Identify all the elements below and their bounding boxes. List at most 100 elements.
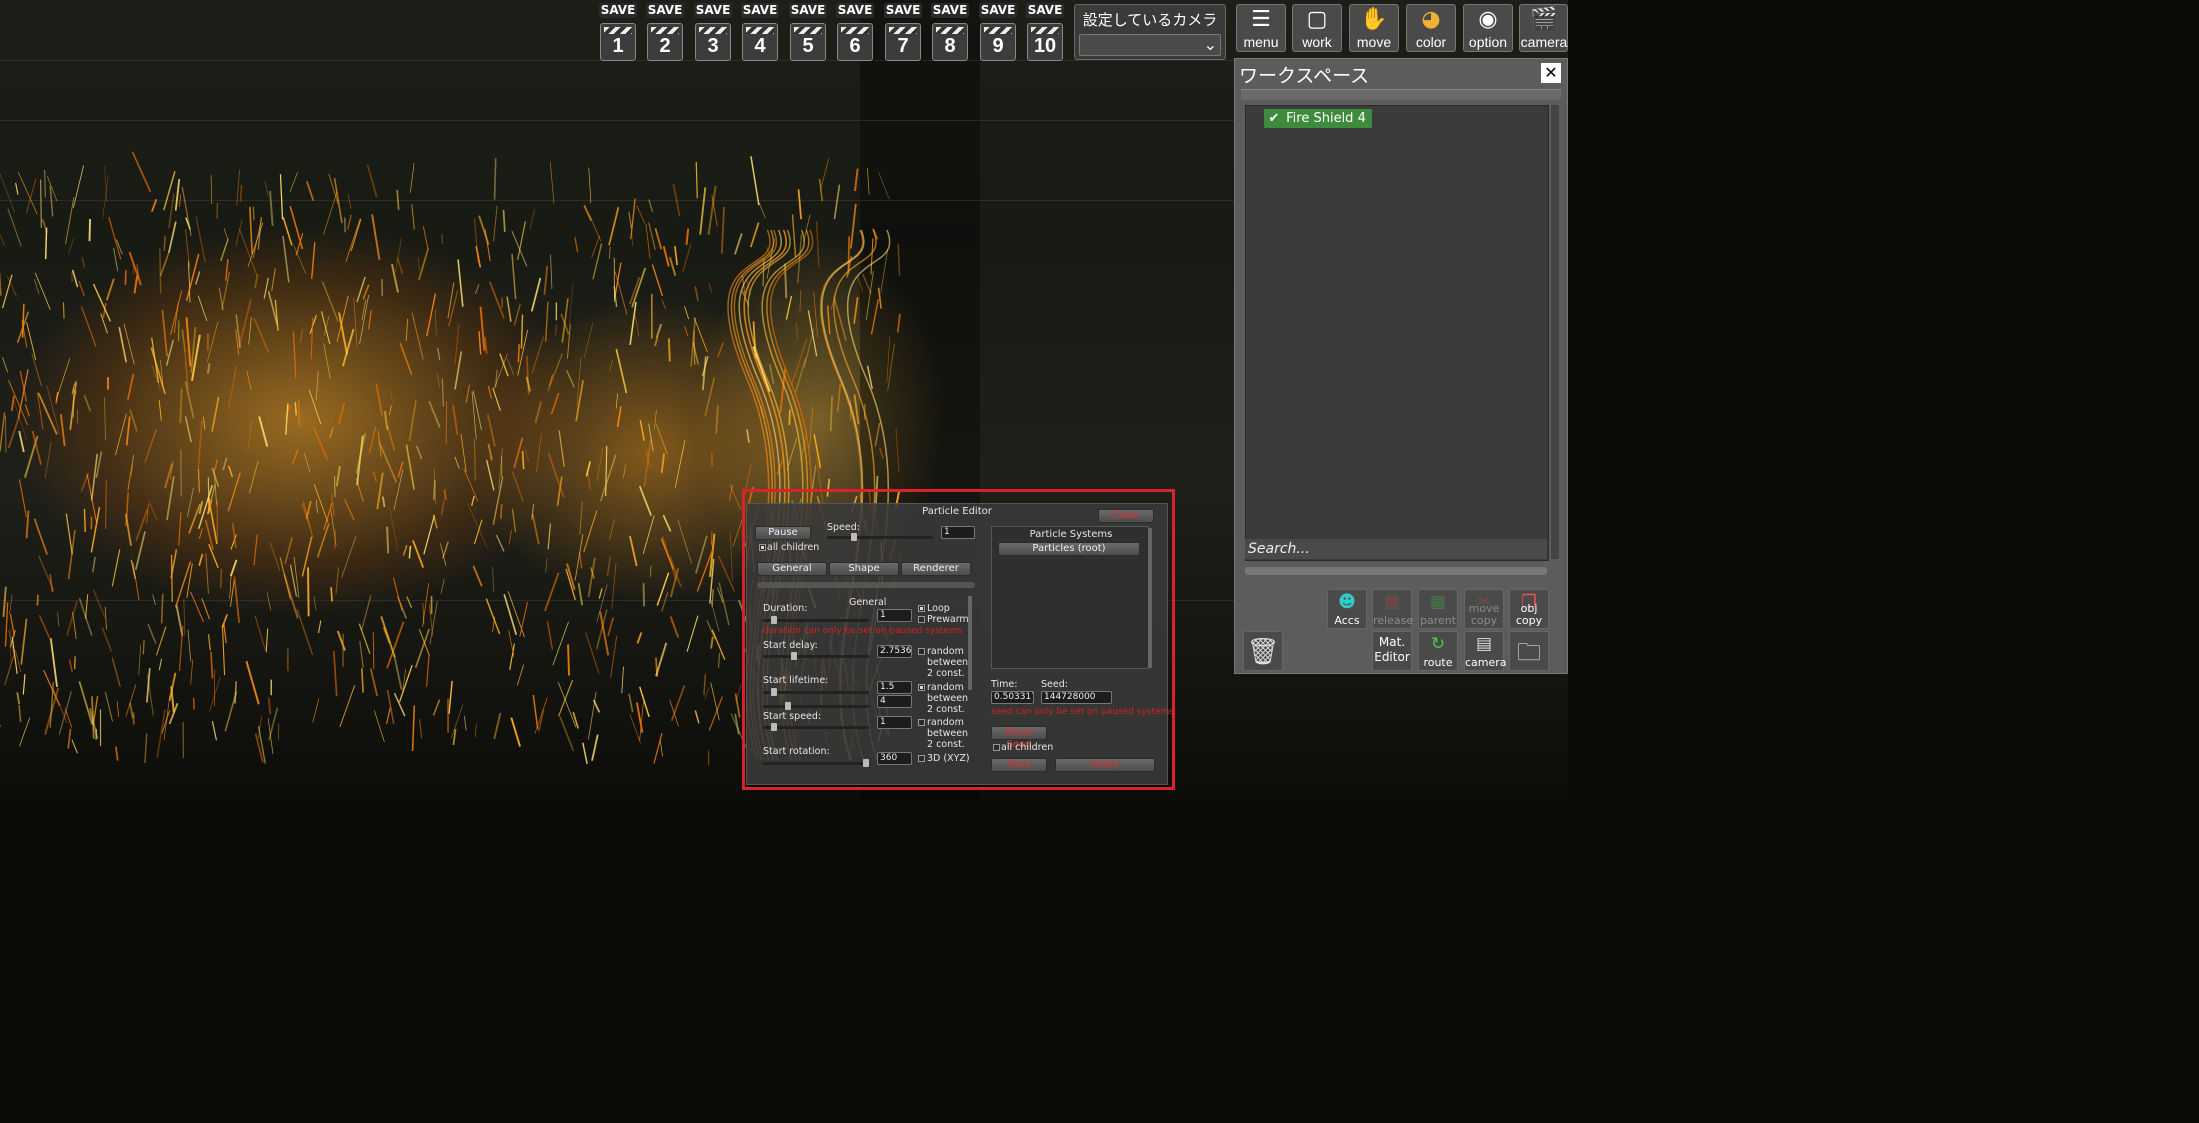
camera-button[interactable]: 🎬 camera [1519,4,1568,52]
camera-select[interactable]: 設定しているカメラ ⌄ [1074,4,1226,60]
tabs-scrollbar[interactable] [757,582,975,588]
flame-streak [672,184,681,217]
tab-shape[interactable]: Shape [829,562,899,576]
flame-streak [544,572,560,612]
save-slot-7[interactable]: SAVE 7 [884,3,922,61]
loop-checkbox[interactable] [918,605,925,612]
prewarm-label: Prewarm [927,614,969,625]
move-button[interactable]: ✋ move [1349,4,1399,52]
start-lifetime-max-slider[interactable] [763,702,869,710]
duration-field[interactable]: 1 [877,609,912,622]
all-children-checkbox[interactable] [759,544,766,551]
save-slot-1[interactable]: SAVE 1 [599,3,637,61]
start-rotation-field[interactable]: 360 [877,752,912,765]
workspace-list[interactable]: ✔ Fire Shield 4 [1245,105,1549,561]
flame-streak [614,271,628,315]
camera-clip-button[interactable]: ▤ camera [1464,631,1507,671]
camera-select-value[interactable] [1079,34,1221,56]
general-scrollbar[interactable] [968,596,972,690]
slider-knob[interactable] [863,759,869,767]
route-button[interactable]: ↻ route [1418,631,1458,671]
flame-streak [388,405,392,416]
start-lifetime-random-checkbox[interactable] [918,684,925,691]
rotation-3d-checkbox[interactable] [918,755,925,762]
slider-knob[interactable] [785,702,791,710]
tab-renderer[interactable]: Renderer [901,562,971,576]
start-delay-field[interactable]: 2.75362 [877,645,912,658]
checkmark-icon[interactable]: ✔ [1266,109,1282,128]
start-speed-slider[interactable] [763,723,869,731]
save-button[interactable]: Save [991,758,1047,772]
save-slot-10[interactable]: SAVE 10 [1026,3,1064,61]
mat-editor-button[interactable]: Mat. Editor [1372,631,1412,671]
save-slot-9[interactable]: SAVE 9 [979,3,1017,61]
reset-seed-button[interactable]: Reset Seed [991,726,1047,750]
flame-streak [265,628,269,653]
seed-field[interactable]: 144728000 [1041,691,1112,704]
save-slot-5[interactable]: SAVE 5 [789,3,827,61]
work-button-label: work [1302,34,1332,50]
horizontal-scrollbar[interactable] [1245,567,1547,575]
start-delay-random-checkbox[interactable] [918,648,925,655]
folder-button[interactable]: 🗀 [1509,631,1549,671]
flame-streak [72,165,85,208]
flame-streak [795,357,807,392]
time-field[interactable]: 0.503317 [991,691,1034,704]
option-button[interactable]: ◉ option [1463,4,1513,52]
flame-streak [543,265,549,295]
slider-knob[interactable] [851,533,857,541]
flame-streak [2,356,9,373]
eye-icon: ◉ [1478,7,1498,32]
slider-knob[interactable] [771,616,777,624]
speed-slider[interactable] [827,533,933,541]
work-button[interactable]: ▢ work [1292,4,1342,52]
color-button[interactable]: ◕ color [1406,4,1456,52]
flame-streak [708,696,723,731]
flame-streak [432,514,438,529]
save-slot-3[interactable]: SAVE 3 [694,3,732,61]
start-delay-slider[interactable] [763,652,869,660]
speed-field[interactable]: 1 [941,526,975,539]
menu-button[interactable]: ☰ menu [1236,4,1286,52]
slider-knob[interactable] [771,723,777,731]
all-children-2-checkbox[interactable] [993,744,1000,751]
systems-scrollbar[interactable] [1148,528,1152,668]
tab-general[interactable]: General [757,562,827,576]
start-speed-field[interactable]: 1 [877,716,912,729]
pause-button[interactable]: Pause [755,526,811,540]
slider-knob[interactable] [771,688,777,696]
start-lifetime-min-field[interactable]: 1.5 [877,681,912,694]
close-icon[interactable]: ✕ [1541,63,1561,83]
parent-button[interactable]: ▦ parent [1418,589,1458,629]
flame-streak [693,317,708,353]
release-button[interactable]: ▦ release [1372,589,1413,629]
accs-button[interactable]: ☻ Accs [1327,589,1367,629]
save-slot-6[interactable]: SAVE 6 [836,3,874,61]
duration-slider[interactable] [763,616,869,624]
workspace-item[interactable]: ✔ Fire Shield 4 [1264,109,1372,128]
move-copy-button[interactable]: ✂ move copy [1464,589,1504,629]
save-slot-2[interactable]: SAVE 2 [646,3,684,61]
flame-streak [371,214,381,260]
chevron-down-icon[interactable]: ⌄ [1204,37,1217,53]
vertical-scrollbar[interactable] [1551,105,1559,559]
save-slot-4[interactable]: SAVE 4 [741,3,779,61]
obj-copy-button[interactable]: ❐ obj copy [1509,589,1549,629]
flame-streak [440,500,445,516]
start-rotation-slider[interactable] [763,759,869,767]
folder-icon: 🗀 [1517,638,1541,666]
flame-streak [299,328,304,343]
search-input[interactable]: Search... [1245,539,1547,559]
close-button[interactable]: Close [1098,509,1154,523]
start-speed-random-checkbox[interactable] [918,719,925,726]
slider-knob[interactable] [791,652,797,660]
flame-streak [389,506,399,551]
particle-system-root[interactable]: Particles (root) [998,542,1140,556]
save-slot-8[interactable]: SAVE 8 [931,3,969,61]
start-lifetime-min-slider[interactable] [763,688,869,696]
trash-button[interactable]: 🗑 [1243,631,1283,671]
apply-button[interactable]: Apply [1055,758,1155,772]
start-lifetime-max-field[interactable]: 4 [877,695,912,708]
slot-number: 2 [659,35,671,57]
prewarm-checkbox[interactable] [918,616,925,623]
